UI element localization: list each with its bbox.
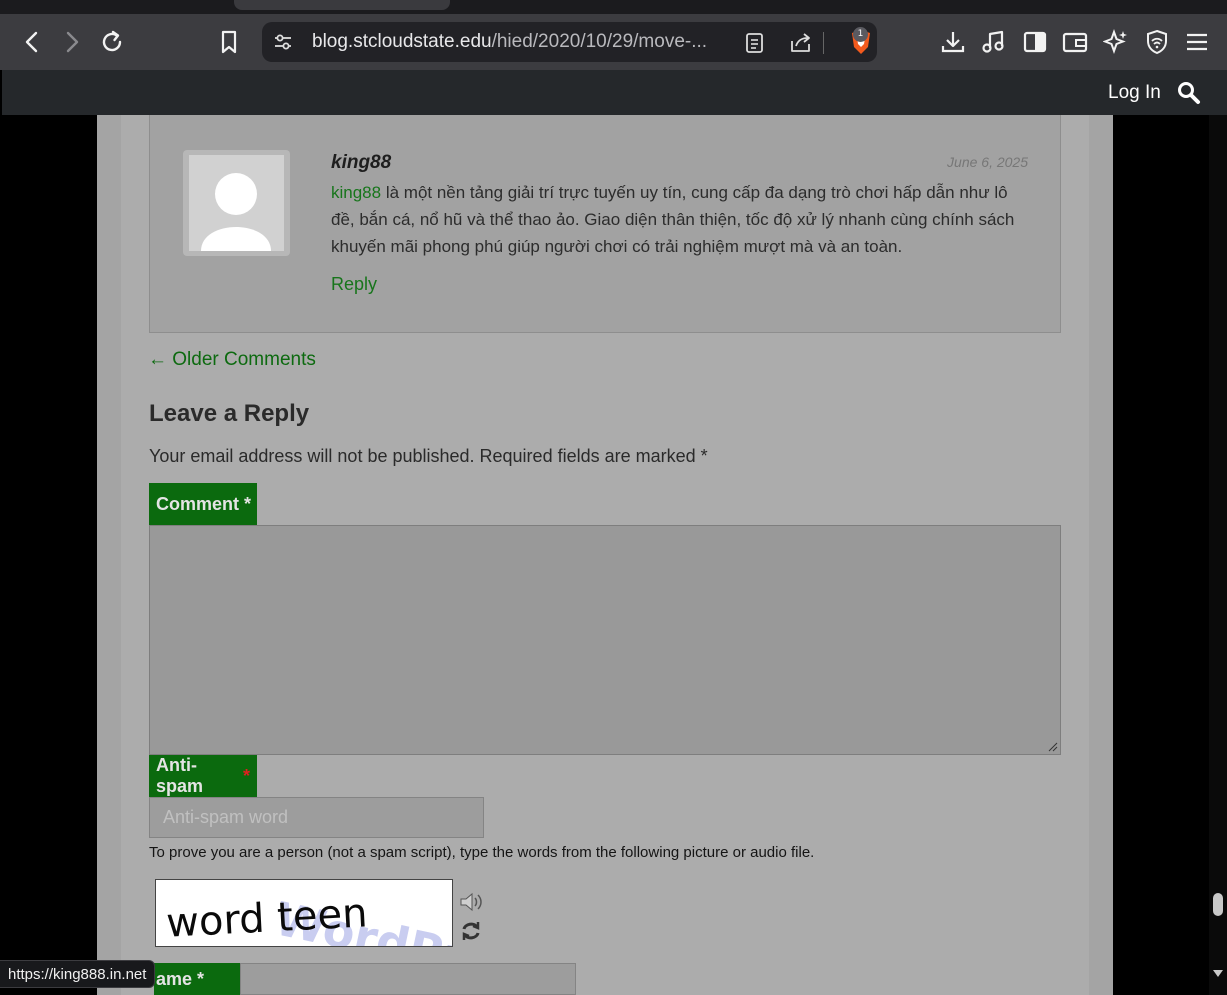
reader-mode-icon[interactable] [745, 32, 765, 54]
active-tab[interactable] [234, 0, 450, 10]
downloads-button[interactable] [935, 24, 971, 60]
comment-label-text: Comment [156, 493, 240, 514]
antispam-placeholder: Anti-spam word [163, 807, 289, 827]
antispam-label-text: Anti-spam [156, 755, 204, 796]
vpn-button[interactable] [1139, 24, 1175, 60]
captcha-image: WordPr word teen [155, 879, 453, 947]
site-settings-icon[interactable] [273, 32, 293, 52]
download-icon [941, 32, 965, 53]
wallet-icon [1062, 32, 1088, 53]
comment-text: là một nền tảng giải trí trực tuyến uy t… [331, 183, 1015, 256]
wallet-button[interactable] [1057, 24, 1093, 60]
forward-arrow-icon [66, 31, 79, 53]
resize-grip-icon[interactable] [1048, 742, 1058, 752]
address-separator [823, 32, 824, 54]
name-input[interactable] [240, 963, 576, 995]
ai-sparkle-icon [1103, 29, 1127, 54]
antispam-label: Anti-spam * [149, 755, 257, 797]
back-arrow-icon [25, 31, 38, 53]
sidebar-icon [1023, 31, 1047, 53]
comment-label: Comment * [149, 483, 257, 525]
bookmark-button[interactable] [211, 24, 247, 60]
comment-link[interactable]: king88 [331, 183, 381, 202]
vpn-shield-icon [1147, 29, 1167, 55]
avatar [183, 150, 290, 256]
menu-button[interactable] [1179, 24, 1215, 60]
status-url: https://king888.in.net [8, 965, 147, 983]
captcha-refresh-icon[interactable] [461, 920, 481, 942]
scrollbar-thumb[interactable] [1213, 893, 1223, 916]
captcha-audio-icon[interactable] [459, 891, 483, 913]
reply-link[interactable]: Reply [331, 274, 377, 295]
search-icon[interactable] [1177, 81, 1201, 105]
share-icon[interactable] [789, 31, 813, 53]
site-header-bar: Log In [2, 70, 1227, 115]
bookmark-icon [221, 30, 237, 54]
comment-date[interactable]: June 6, 2025 [900, 154, 1028, 170]
link-status-bubble: https://king888.in.net [0, 960, 156, 988]
page-scrollbar[interactable] [1209, 115, 1227, 995]
required-mark: * [244, 493, 252, 514]
reload-button[interactable] [95, 24, 131, 60]
hamburger-menu-icon [1187, 33, 1207, 51]
comment-author: king88 [331, 152, 392, 173]
tab-strip [0, 0, 1227, 14]
antispam-required-mark: * [242, 765, 250, 786]
older-comments-link[interactable]: ← Older Comments [148, 349, 316, 371]
default-avatar-icon [189, 155, 284, 251]
name-label: ame * [154, 963, 240, 995]
browser-toolbar: blog.stcloudstate.edu/hied/2020/10/29/mo… [0, 14, 1227, 70]
login-link[interactable]: Log In [1108, 82, 1161, 104]
name-label-text: ame [156, 968, 193, 989]
reload-icon [102, 30, 122, 52]
comment-textarea[interactable] [149, 525, 1061, 755]
forward-button[interactable] [54, 24, 90, 60]
url-text[interactable]: blog.stcloudstate.edu/hied/2020/10/29/mo… [312, 31, 707, 53]
url-path: /hied/2020/10/29/move-... [491, 31, 708, 52]
leo-ai-button[interactable] [1098, 24, 1134, 60]
leave-reply-heading: Leave a Reply [149, 400, 310, 427]
name-required-mark: * [197, 968, 205, 989]
back-button[interactable] [14, 24, 50, 60]
antispam-input[interactable]: Anti-spam word [149, 797, 484, 838]
address-bar[interactable]: blog.stcloudstate.edu/hied/2020/10/29/mo… [262, 22, 877, 62]
antispam-help-text: To prove you are a person (not a spam sc… [149, 844, 815, 861]
media-button[interactable] [976, 24, 1012, 60]
sidebar-button[interactable] [1017, 24, 1053, 60]
shields-count-badge: 1 [853, 27, 868, 42]
url-host: blog.stcloudstate.edu [312, 31, 492, 52]
scroll-down-arrow-icon[interactable] [1213, 970, 1223, 978]
music-note-icon [982, 30, 1004, 53]
required-fields-note: Your email address will not be published… [149, 446, 708, 466]
comment-body: king88 là một nền tảng giải trí trực tuy… [331, 179, 1031, 260]
